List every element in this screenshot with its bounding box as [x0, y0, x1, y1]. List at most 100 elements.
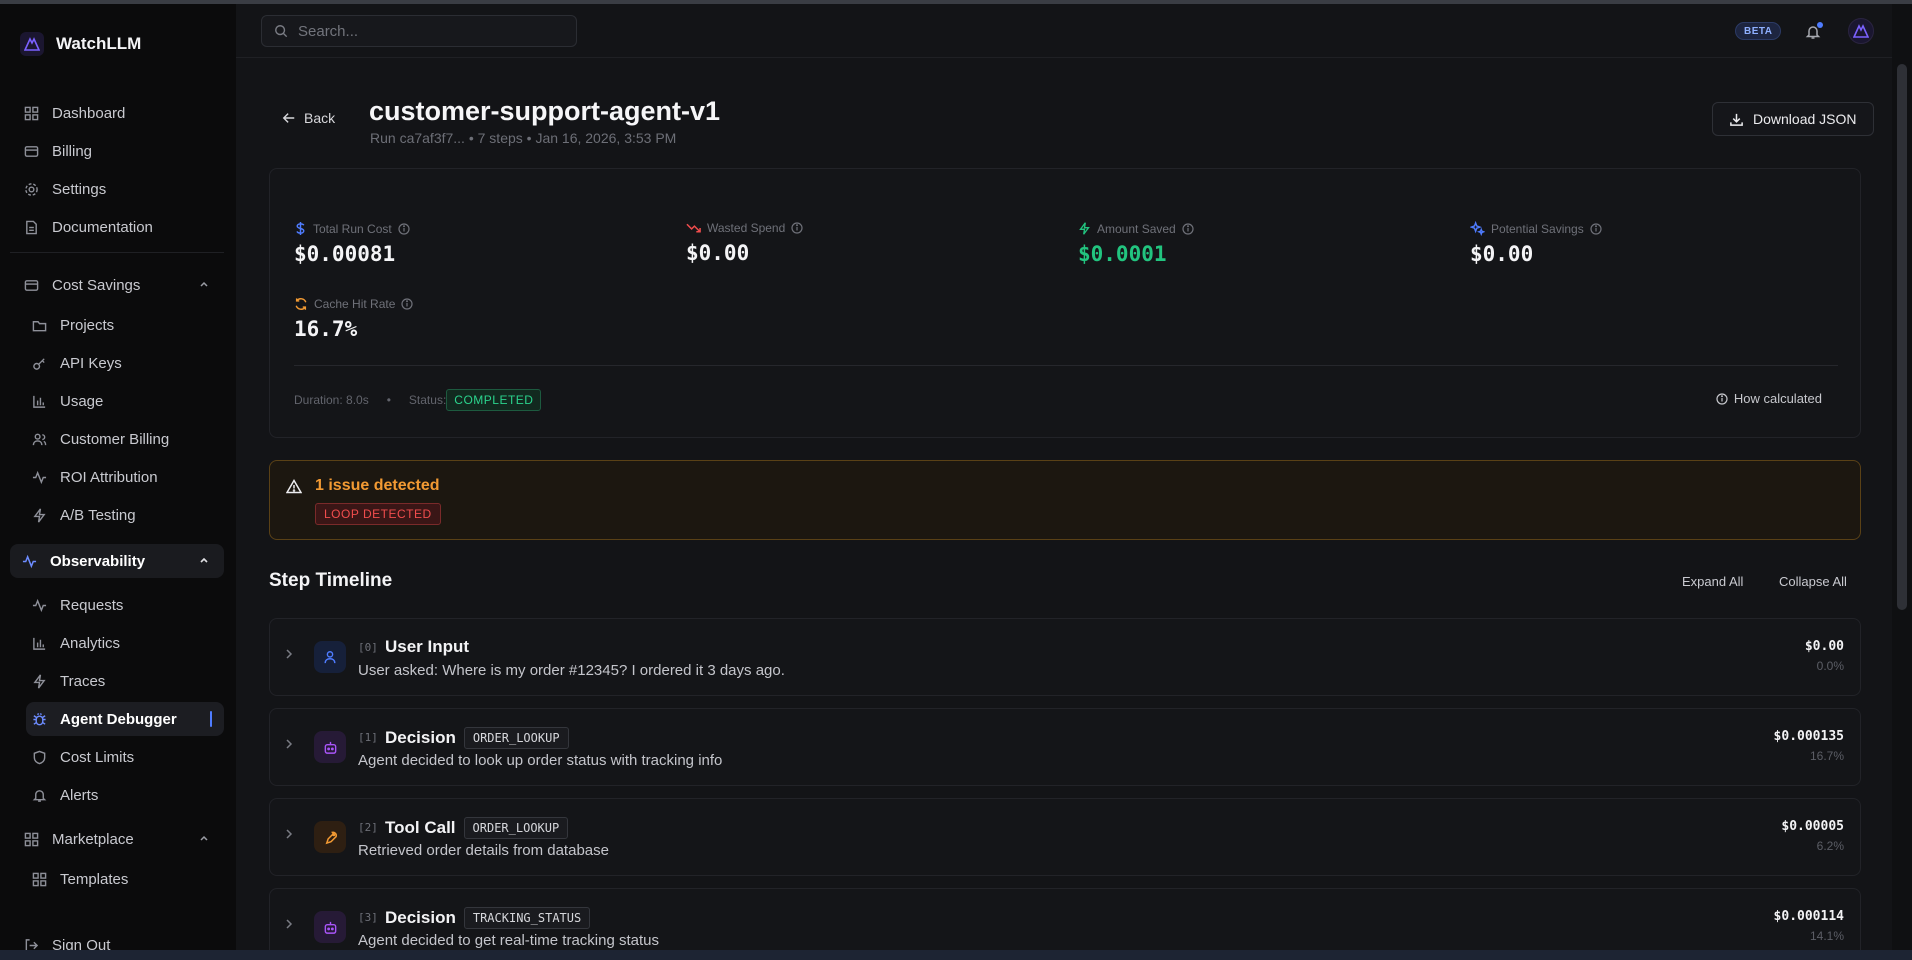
- taskbar-edge: [0, 950, 1912, 960]
- bug-icon: [30, 710, 48, 728]
- step-name-text: Tool Call: [385, 818, 456, 837]
- sidebar-item-label: Usage: [60, 392, 104, 410]
- sidebar-group-cost-savings[interactable]: Cost Savings: [18, 268, 224, 302]
- timeline-step[interactable]: [2] Tool Call ORDER_LOOKUP Retrieved orde…: [269, 798, 1861, 876]
- sidebar-item-usage[interactable]: Usage: [26, 384, 224, 418]
- sidebar-item-ab-testing[interactable]: A/B Testing: [26, 498, 224, 532]
- zap-icon: [1078, 221, 1091, 236]
- brand-name: WatchLLM: [56, 34, 142, 53]
- step-tag: ORDER_LOOKUP: [463, 727, 569, 749]
- sidebar-group-observability[interactable]: Observability: [10, 544, 224, 578]
- sidebar-item-requests[interactable]: Requests: [26, 588, 224, 622]
- sidebar-item-customer-billing[interactable]: Customer Billing: [26, 422, 224, 456]
- sidebar-item-label: Traces: [60, 672, 106, 690]
- sidebar-item-alerts[interactable]: Alerts: [26, 778, 224, 812]
- info-icon[interactable]: [1590, 222, 1602, 235]
- metric-wasted-spend: Wasted Spend $0.00: [686, 221, 803, 265]
- sidebar-item-agent-debugger[interactable]: Agent Debugger: [26, 702, 224, 736]
- folder-icon: [30, 316, 48, 334]
- info-icon[interactable]: [791, 222, 803, 234]
- watchllm-logo-icon: [1853, 24, 1869, 38]
- sidebar-item-documentation[interactable]: Documentation: [18, 210, 224, 244]
- sidebar-group-label: Observability: [50, 552, 146, 570]
- sidebar-item-templates[interactable]: Templates: [26, 862, 224, 896]
- metric-label: Total Run Cost: [313, 221, 392, 236]
- metric-amount-saved: Amount Saved $0.0001: [1078, 221, 1194, 266]
- sign-out-button[interactable]: Sign Out: [18, 928, 224, 950]
- timeline-step[interactable]: [0] User Input User asked: Where is my o…: [269, 618, 1861, 696]
- scrollbar-thumb[interactable]: [1897, 64, 1907, 610]
- chevron-up-icon: [198, 832, 210, 847]
- metric-value: 16.7%: [294, 317, 358, 341]
- sidebar-item-cost-limits[interactable]: Cost Limits: [26, 740, 224, 774]
- metric-total-run-cost: Total Run Cost $0.00081: [294, 221, 410, 266]
- chevron-right-icon[interactable]: [284, 647, 294, 663]
- sidebar-item-analytics[interactable]: Analytics: [26, 626, 224, 660]
- search-box[interactable]: [261, 15, 577, 47]
- search-icon: [274, 24, 288, 38]
- how-calculated-label: How calculated: [1733, 391, 1822, 406]
- brand[interactable]: WatchLLM: [20, 32, 141, 56]
- metric-label: Potential Savings: [1491, 221, 1584, 236]
- step-name-text: Decision: [385, 908, 456, 927]
- sidebar-item-billing[interactable]: Billing: [18, 134, 224, 168]
- sidebar-item-traces[interactable]: Traces: [26, 664, 224, 698]
- issues-title: 1 issue detected: [315, 477, 440, 494]
- main-content: BETA Back customer-support-agent-v1 Run …: [236, 4, 1892, 950]
- run-summary-card: Total Run Cost $0.00081 Wasted Spend $0.…: [269, 168, 1861, 438]
- sidebar-group-marketplace[interactable]: Marketplace: [18, 822, 224, 856]
- info-icon[interactable]: [398, 222, 410, 235]
- activity-icon: [20, 552, 38, 570]
- notifications-button[interactable]: [1802, 21, 1824, 43]
- status-label: Status:: [408, 393, 447, 407]
- separator-dot: •: [386, 393, 391, 407]
- user-avatar[interactable]: [1848, 18, 1874, 44]
- download-icon: [1729, 112, 1744, 127]
- sidebar-item-label: Customer Billing: [60, 430, 170, 448]
- timeline-step[interactable]: [1] Decision ORDER_LOOKUP Agent decided t…: [269, 708, 1861, 786]
- step-name: Decision ORDER_LOOKUP: [385, 727, 569, 749]
- download-json-button[interactable]: Download JSON: [1712, 102, 1874, 136]
- card-divider: [294, 365, 1838, 366]
- page-scrollbar[interactable]: [1892, 4, 1912, 950]
- step-description: Agent decided to get real-time tracking …: [358, 932, 659, 949]
- info-icon[interactable]: [401, 298, 413, 310]
- chevron-right-icon[interactable]: [284, 827, 294, 843]
- zap-icon: [30, 672, 48, 690]
- document-icon: [22, 218, 40, 236]
- info-icon[interactable]: [1182, 222, 1194, 235]
- timeline-step[interactable]: [3] Decision TRACKING_STATUS Agent decide…: [269, 888, 1861, 950]
- chevron-up-icon: [198, 278, 210, 293]
- step-description: Retrieved order details from database: [358, 842, 609, 859]
- bot-icon: [314, 911, 346, 943]
- collapse-all-button[interactable]: Collapse All: [1779, 574, 1847, 589]
- chevron-right-icon[interactable]: [284, 737, 294, 753]
- chevron-right-icon[interactable]: [284, 917, 294, 933]
- sidebar-group-label: Cost Savings: [52, 276, 141, 294]
- sidebar-item-label: Cost Limits: [60, 748, 135, 766]
- metric-value: $0.00: [1470, 242, 1534, 266]
- how-calculated-link[interactable]: How calculated: [1716, 391, 1822, 406]
- metric-cache-hit-rate: Cache Hit Rate 16.7%: [294, 297, 413, 341]
- search-input[interactable]: [298, 22, 558, 40]
- status-badge: COMPLETED: [446, 389, 542, 411]
- run-subtitle: Run ca7af3f7... • 7 steps • Jan 16, 2026…: [370, 130, 677, 146]
- wrench-icon: [314, 821, 346, 853]
- sidebar-item-label: Agent Debugger: [60, 710, 177, 728]
- watchllm-logo-icon: [20, 32, 44, 56]
- step-percentage: 16.7%: [1809, 749, 1844, 763]
- sidebar-item-settings[interactable]: Settings: [18, 172, 224, 206]
- alert-triangle-icon: [285, 479, 303, 499]
- back-button[interactable]: Back: [282, 110, 335, 126]
- bar-chart-icon: [30, 634, 48, 652]
- sidebar-item-dashboard[interactable]: Dashboard: [18, 96, 224, 130]
- expand-all-button[interactable]: Expand All: [1682, 574, 1743, 589]
- sidebar-item-roi-attribution[interactable]: ROI Attribution: [26, 460, 224, 494]
- sidebar-item-projects[interactable]: Projects: [26, 308, 224, 342]
- bar-chart-icon: [30, 392, 48, 410]
- sidebar-item-label: A/B Testing: [60, 506, 136, 524]
- step-description: Agent decided to look up order status wi…: [358, 752, 723, 769]
- sidebar-item-api-keys[interactable]: API Keys: [26, 346, 224, 380]
- sidebar-item-label: Requests: [60, 596, 124, 614]
- step-name-text: User Input: [385, 637, 470, 656]
